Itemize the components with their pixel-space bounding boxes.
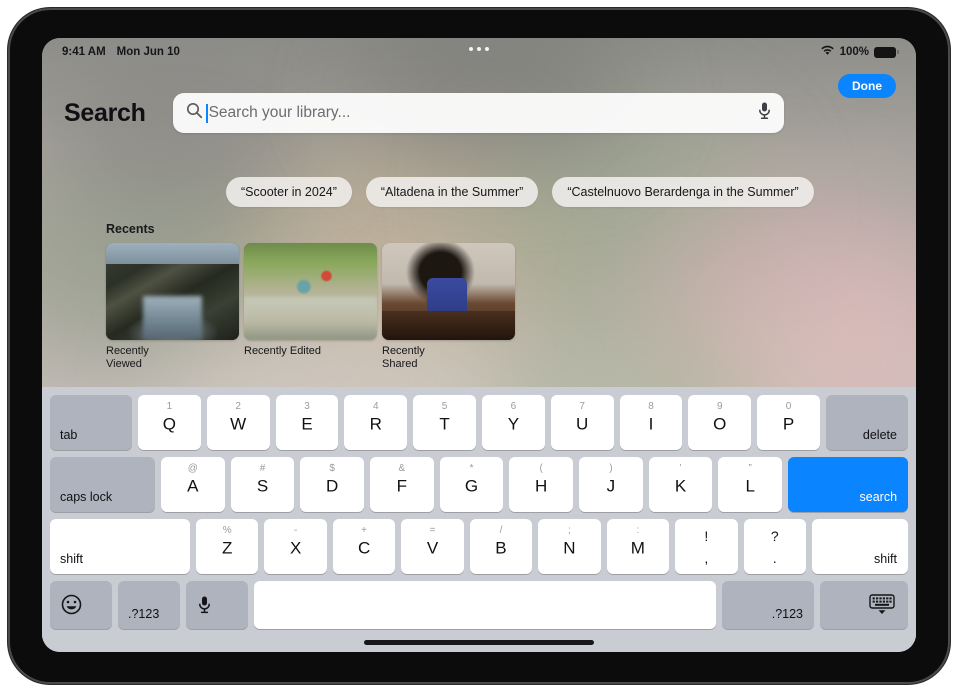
- search-input[interactable]: Search your library...: [172, 93, 784, 133]
- multitasking-dots-icon[interactable]: [469, 47, 489, 51]
- recents-thumbnail[interactable]: [244, 243, 377, 340]
- keyboard-row-2: caps lock @ A # S $ D & F * G (H ) J ’ K ” L sea…: [50, 457, 909, 512]
- key-i[interactable]: 8I: [619, 395, 683, 450]
- key-shift-left[interactable]: shift: [50, 519, 190, 574]
- recents-item-shared[interactable]: Recently Shared: [382, 243, 517, 371]
- key-a[interactable]: @ A: [161, 457, 225, 512]
- key-j[interactable]: ) J: [579, 457, 643, 512]
- key-b[interactable]: / B: [469, 519, 533, 574]
- wifi-icon: [820, 45, 835, 59]
- suggestion-chip[interactable]: “Scooter in 2024”: [226, 177, 352, 207]
- battery-percent-label: 100%: [839, 46, 869, 58]
- key-numbers-left[interactable]: .?123: [118, 581, 180, 629]
- key-shift-right[interactable]: shift: [811, 519, 908, 574]
- search-placeholder: Search your library...: [208, 104, 351, 121]
- key-numbers-right[interactable]: .?123: [722, 581, 814, 629]
- recents-thumbnail[interactable]: [382, 243, 515, 340]
- key-exclamation-comma[interactable]: ! ,: [675, 519, 738, 574]
- key-delete[interactable]: delete: [825, 395, 908, 450]
- key-space[interactable]: [254, 581, 716, 629]
- ipad-device: 9:41 AM Mon Jun 10 100% Done Search Sear…: [8, 8, 950, 684]
- key-search[interactable]: search: [788, 457, 909, 512]
- recents-item-edited[interactable]: Recently Edited: [244, 243, 379, 371]
- key-n[interactable]: ; N: [538, 519, 601, 574]
- keyboard-row-4: .?123 .?123: [50, 581, 908, 629]
- suggestion-chip[interactable]: “Castelnuovo Berardenga in the Summer”: [552, 177, 814, 207]
- key-x[interactable]: -X: [264, 519, 327, 574]
- recents-section: Recents Recently Viewed Recently Edited: [106, 222, 517, 371]
- key-k[interactable]: ’ K: [648, 457, 713, 512]
- battery-icon: [874, 46, 899, 58]
- key-f[interactable]: & F: [370, 457, 434, 512]
- key-z[interactable]: % Z: [196, 519, 259, 574]
- key-g[interactable]: * G: [439, 457, 504, 512]
- key-tab[interactable]: tab: [50, 395, 132, 450]
- key-v[interactable]: = V: [401, 519, 464, 574]
- status-time: 9:41 AM: [62, 46, 106, 58]
- key-m[interactable]: :M: [606, 519, 670, 574]
- key-w[interactable]: 2W: [206, 395, 270, 450]
- key-c[interactable]: + C: [332, 519, 396, 574]
- recents-thumbnail[interactable]: [106, 243, 239, 340]
- key-caps-lock[interactable]: caps lock: [50, 457, 155, 512]
- key-q[interactable]: 1Q: [138, 395, 201, 450]
- ipad-screen: 9:41 AM Mon Jun 10 100% Done Search Sear…: [42, 38, 916, 652]
- microphone-icon[interactable]: [757, 101, 772, 125]
- status-bar: 9:41 AM Mon Jun 10 100%: [42, 38, 916, 66]
- status-date: Mon Jun 10: [116, 46, 180, 58]
- key-p[interactable]: 0P: [757, 395, 820, 450]
- key-u[interactable]: 7U: [550, 395, 614, 450]
- page-title: Search: [64, 98, 146, 127]
- key-dictation[interactable]: [186, 581, 248, 629]
- suggestion-chip[interactable]: “Altadena in the Summer”: [365, 177, 539, 207]
- key-emoji[interactable]: [50, 581, 112, 629]
- key-y[interactable]: 6Y: [481, 395, 545, 450]
- search-header: Search Search your library...: [42, 90, 916, 136]
- recents-heading: Recents: [106, 222, 155, 236]
- on-screen-keyboard: tab 1Q 2W 3E 4R 5T 6Y 7U 8I 9O 0P delete…: [42, 387, 916, 652]
- key-question-period[interactable]: ? .: [743, 519, 806, 574]
- search-suggestions: “Scooter in 2024” “Altadena in the Summe…: [226, 177, 814, 207]
- key-o[interactable]: 9O: [688, 395, 752, 450]
- dismiss-keyboard-icon: [869, 594, 895, 620]
- key-d[interactable]: $ D: [300, 457, 365, 512]
- recents-item-label: Recently Viewed: [106, 345, 149, 370]
- key-t[interactable]: 5T: [413, 395, 476, 450]
- key-r[interactable]: 4R: [344, 395, 408, 450]
- microphone-icon: [197, 595, 212, 620]
- emoji-smiley-icon: [61, 594, 82, 620]
- recents-item-viewed[interactable]: Recently Viewed: [106, 243, 241, 371]
- keyboard-row-3: shift % Z -X + C = V / B ; N :M ! , ? . shift: [50, 519, 908, 574]
- key-l[interactable]: ” L: [718, 457, 783, 512]
- recents-item-label: Recently Shared: [382, 345, 425, 370]
- recents-item-label: Recently Edited: [244, 345, 322, 357]
- key-dismiss-keyboard[interactable]: [820, 581, 908, 629]
- keyboard-row-1: tab 1Q 2W 3E 4R 5T 6Y 7U 8I 9O 0P delete: [50, 395, 908, 450]
- search-icon: [186, 102, 203, 124]
- key-e[interactable]: 3E: [275, 395, 339, 450]
- key-h[interactable]: (H: [509, 457, 574, 512]
- text-cursor: [205, 103, 208, 123]
- key-s[interactable]: # S: [230, 457, 295, 512]
- home-indicator[interactable]: [364, 640, 594, 645]
